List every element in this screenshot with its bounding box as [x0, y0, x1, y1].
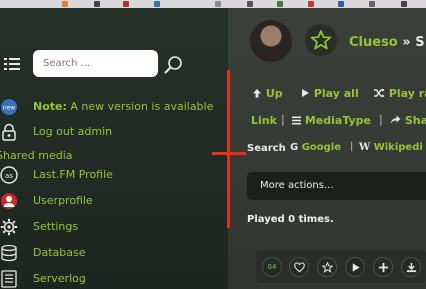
star-button[interactable] — [317, 257, 337, 277]
sidebar-item-label: Serverlog — [33, 272, 86, 285]
svg-text:new: new — [3, 105, 15, 112]
share-link[interactable]: Sha — [390, 114, 426, 127]
sidebar-item-database[interactable]: Database — [0, 243, 228, 263]
tab-favicon[interactable] — [277, 1, 283, 7]
share-icon — [390, 115, 401, 124]
sidebar-item-userprofile[interactable]: Userprofile — [0, 191, 228, 211]
search-input[interactable]: Search ... — [33, 50, 158, 77]
share-label: Sha — [404, 114, 426, 127]
divider: | — [350, 141, 354, 152]
wikipedia-label: Wikipedi — [373, 142, 423, 153]
divider: | — [281, 113, 285, 126]
user-avatar-icon — [1, 193, 17, 209]
wikipedia-search-link[interactable]: W Wikipedi — [359, 142, 423, 153]
like-button[interactable] — [289, 257, 309, 277]
link-link[interactable]: Link — [251, 114, 277, 127]
star-outline-icon — [322, 262, 333, 273]
logout-link[interactable]: Log out admin — [0, 122, 228, 142]
arrow-up-icon — [253, 89, 261, 98]
database-icon — [1, 244, 17, 262]
divider: | — [379, 113, 383, 126]
sidebar-item-label: Database — [33, 246, 86, 259]
download-icon — [406, 262, 417, 273]
mediatype-link[interactable]: MediaType — [292, 114, 371, 127]
update-note[interactable]: new Note: A new version is available — [0, 97, 228, 117]
sidebar-item-label: Last.FM Profile — [33, 168, 113, 181]
breadcrumb-separator: » — [402, 35, 411, 50]
sidebar-item-lastfm[interactable]: as Last.FM Profile — [0, 165, 228, 185]
svg-text:as: as — [5, 172, 13, 180]
play-button[interactable] — [345, 257, 365, 277]
heart-icon — [294, 262, 305, 273]
download-button[interactable] — [401, 257, 421, 277]
tab-favicon[interactable] — [338, 1, 344, 7]
tab-favicon[interactable] — [94, 1, 100, 7]
section-shared-media: Shared media — [0, 149, 73, 162]
page-title: Clueso » S — [349, 35, 425, 50]
lastfm-icon: as — [0, 166, 18, 184]
google-icon: G — [290, 142, 299, 153]
plus-icon — [378, 262, 389, 273]
tab-favicon[interactable] — [215, 1, 221, 7]
browser-tab-strip — [0, 0, 426, 8]
list-icon[interactable] — [4, 57, 20, 71]
tab-favicon[interactable] — [369, 1, 375, 7]
sidebar-item-label: Settings — [33, 220, 79, 233]
tab-favicon[interactable] — [401, 1, 407, 7]
google-label: Google — [301, 142, 342, 153]
tab-favicon[interactable] — [154, 1, 160, 7]
lock-icon — [2, 123, 16, 141]
annotation-marker-vertical — [227, 70, 230, 228]
track-number-badge: 04 — [262, 257, 282, 277]
add-button[interactable] — [373, 257, 393, 277]
shuffle-icon — [374, 88, 385, 98]
star-icon — [310, 30, 332, 50]
tab-favicon[interactable] — [308, 1, 314, 7]
search-links-label: Search — [247, 143, 286, 154]
logout-label: Log out admin — [33, 125, 113, 138]
note-text: A new version is available — [66, 100, 214, 113]
play-icon — [352, 263, 360, 272]
play-all-link[interactable]: Play all — [300, 87, 359, 100]
favorite-button[interactable] — [305, 24, 337, 56]
google-search-link[interactable]: G Google — [290, 142, 341, 153]
annotation-marker-horizontal — [212, 152, 246, 155]
sidebar-item-serverlog[interactable]: Serverlog — [0, 269, 228, 289]
tab-favicon[interactable] — [62, 1, 68, 7]
play-random-link[interactable]: Play ra — [373, 87, 426, 100]
wikipedia-icon: W — [359, 142, 371, 153]
log-file-icon — [1, 270, 17, 288]
breadcrumb-next[interactable]: S — [415, 35, 424, 50]
gear-icon — [0, 218, 18, 236]
more-actions-dropdown[interactable]: More actions... — [247, 172, 426, 200]
sidebar-item-settings[interactable]: Settings — [0, 217, 228, 237]
artist-name[interactable]: Clueso — [349, 35, 398, 50]
up-label: Up — [265, 87, 283, 100]
search-icon[interactable] — [163, 55, 183, 75]
play-random-label: Play ra — [388, 87, 426, 100]
play-all-label: Play all — [313, 87, 359, 100]
tab-favicon[interactable] — [247, 1, 253, 7]
link-label: Link — [251, 114, 277, 127]
note-prefix: Note: — [33, 100, 67, 113]
tab-favicon[interactable] — [123, 1, 129, 7]
list-lines-icon — [292, 116, 301, 125]
play-count-text: Played 0 times. — [247, 214, 334, 225]
play-icon — [302, 89, 309, 97]
new-badge-icon: new — [1, 99, 17, 115]
sidebar-item-label: Userprofile — [33, 194, 93, 207]
up-link[interactable]: Up — [252, 87, 283, 100]
mediatype-label: MediaType — [304, 114, 372, 127]
artist-image — [250, 20, 292, 62]
